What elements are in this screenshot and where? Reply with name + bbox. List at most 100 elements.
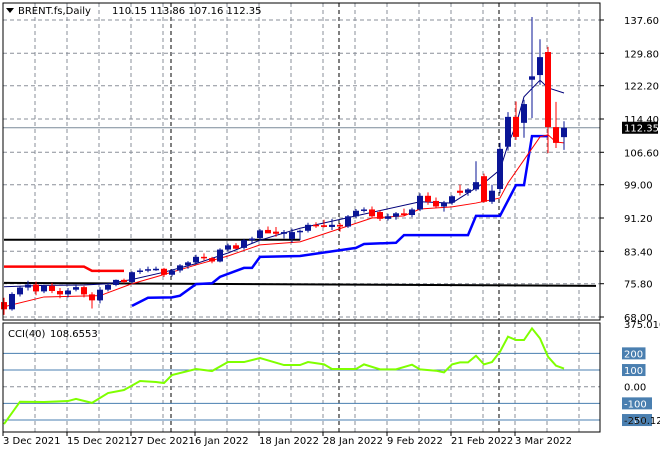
candles (1, 17, 567, 315)
bearish-candle (513, 116, 519, 137)
y-tick-label: 68.00 (624, 313, 653, 324)
x-tick-label: 3 Dec 2021 (3, 436, 61, 447)
bearish-candle (553, 127, 559, 143)
bullish-candle (281, 232, 287, 234)
bullish-candle (193, 256, 199, 263)
bearish-candle (481, 176, 487, 202)
bullish-candle (393, 213, 399, 217)
symbol-label: BRENT.fs,Daily (18, 6, 91, 17)
bullish-candle (17, 287, 23, 295)
cci-level-label: 100 (624, 366, 643, 377)
bearish-candle (161, 268, 167, 275)
bullish-candle (489, 190, 495, 202)
cci-level-label: 200 (624, 349, 643, 360)
bullish-candle (97, 289, 103, 301)
bearish-candle (313, 224, 319, 227)
bearish-candle (57, 290, 63, 295)
bullish-candle (505, 116, 511, 147)
grid (3, 3, 600, 432)
bearish-candle (457, 190, 463, 193)
cci-title: CCI(40) (8, 329, 46, 340)
y-tick-label: 83.40 (624, 247, 653, 258)
channel-low-line (131, 134, 548, 308)
y-tick-label: 129.80 (624, 49, 659, 60)
bullish-candle (185, 262, 191, 266)
bullish-candle (345, 216, 351, 227)
bullish-candle (41, 285, 47, 292)
bearish-candle (49, 285, 55, 291)
x-tick-label: 18 Jan 2022 (259, 436, 319, 447)
price-chart[interactable]: 200100-100-200375.01080.00-250.122 137.6… (0, 0, 660, 450)
x-tick-label: 3 Mar 2022 (515, 436, 572, 447)
main-panel-border (2, 2, 601, 321)
bearish-candle (121, 279, 127, 283)
bullish-candle (129, 272, 135, 283)
lower-ma-line (3, 134, 565, 308)
bearish-candle (209, 258, 215, 262)
bullish-candle (409, 209, 415, 216)
bullish-candle (25, 284, 31, 288)
bearish-candle (321, 225, 327, 227)
x-tick-label: 15 Dec 2021 (67, 436, 131, 447)
bullish-candle (305, 224, 311, 231)
cci-panel: 200100-100-200375.01080.00-250.122 (3, 320, 660, 427)
bearish-candle (377, 212, 383, 219)
bearish-candle (545, 52, 551, 128)
bullish-candle (529, 76, 535, 80)
bullish-candle (521, 104, 527, 123)
bullish-candle (73, 287, 79, 290)
bullish-candle (105, 284, 111, 290)
ohlc-readout: 110.15 113.86 107.16 112.35 (112, 6, 262, 17)
cci-min-label: -250.122 (624, 416, 660, 427)
bearish-candle (81, 287, 87, 295)
y-tick-label: 106.60 (624, 148, 659, 159)
bullish-candle (417, 195, 423, 210)
x-tick-label: 21 Feb 2022 (451, 436, 513, 447)
bullish-candle (153, 268, 159, 271)
x-tick-label: 9 Feb 2022 (387, 436, 443, 447)
bullish-candle (241, 240, 247, 248)
bullish-candle (441, 202, 447, 207)
x-tick-label: 28 Jan 2022 (323, 436, 383, 447)
bullish-candle (329, 224, 335, 227)
bearish-candle (89, 294, 95, 301)
bearish-candle (369, 209, 375, 217)
bearish-candle (433, 200, 439, 207)
bullish-candle (473, 182, 479, 190)
x-tick-label: 27 Dec 2021 (131, 436, 195, 447)
bearish-candle (1, 302, 7, 310)
bullish-candle (145, 269, 151, 271)
bullish-candle (353, 210, 359, 217)
bullish-candle (137, 270, 143, 272)
bearish-candle (337, 224, 343, 227)
bearish-candle (233, 245, 239, 249)
bullish-candle (113, 279, 119, 285)
y-tick-label: 122.20 (624, 82, 659, 93)
bullish-candle (217, 249, 223, 262)
bullish-candle (497, 148, 503, 189)
cci-level-label: -100 (624, 399, 647, 410)
bearish-candle (273, 231, 279, 234)
indicator-lines (3, 79, 600, 308)
bullish-candle (465, 189, 471, 193)
bullish-candle (249, 238, 255, 241)
cci-zero-label: 0.00 (624, 383, 646, 394)
y-tick-label: 137.60 (624, 16, 659, 27)
current-price-label: 112.35 (624, 124, 659, 135)
bullish-candle (297, 230, 303, 233)
bearish-candle (265, 229, 271, 234)
cci-value: 108.6553 (50, 329, 98, 340)
bearish-candle (401, 213, 407, 216)
bullish-candle (449, 196, 455, 203)
bullish-candle (361, 209, 367, 211)
y-tick-label: 75.80 (624, 280, 653, 291)
bearish-candle (33, 284, 39, 292)
bullish-candle (225, 245, 231, 250)
bullish-candle (561, 127, 567, 138)
bullish-candle (289, 232, 295, 239)
collapse-triangle-icon[interactable] (6, 8, 14, 13)
y-tick-label: 99.00 (624, 181, 653, 192)
cci-line (3, 326, 565, 425)
bullish-candle (65, 290, 71, 295)
bullish-candle (385, 216, 391, 219)
